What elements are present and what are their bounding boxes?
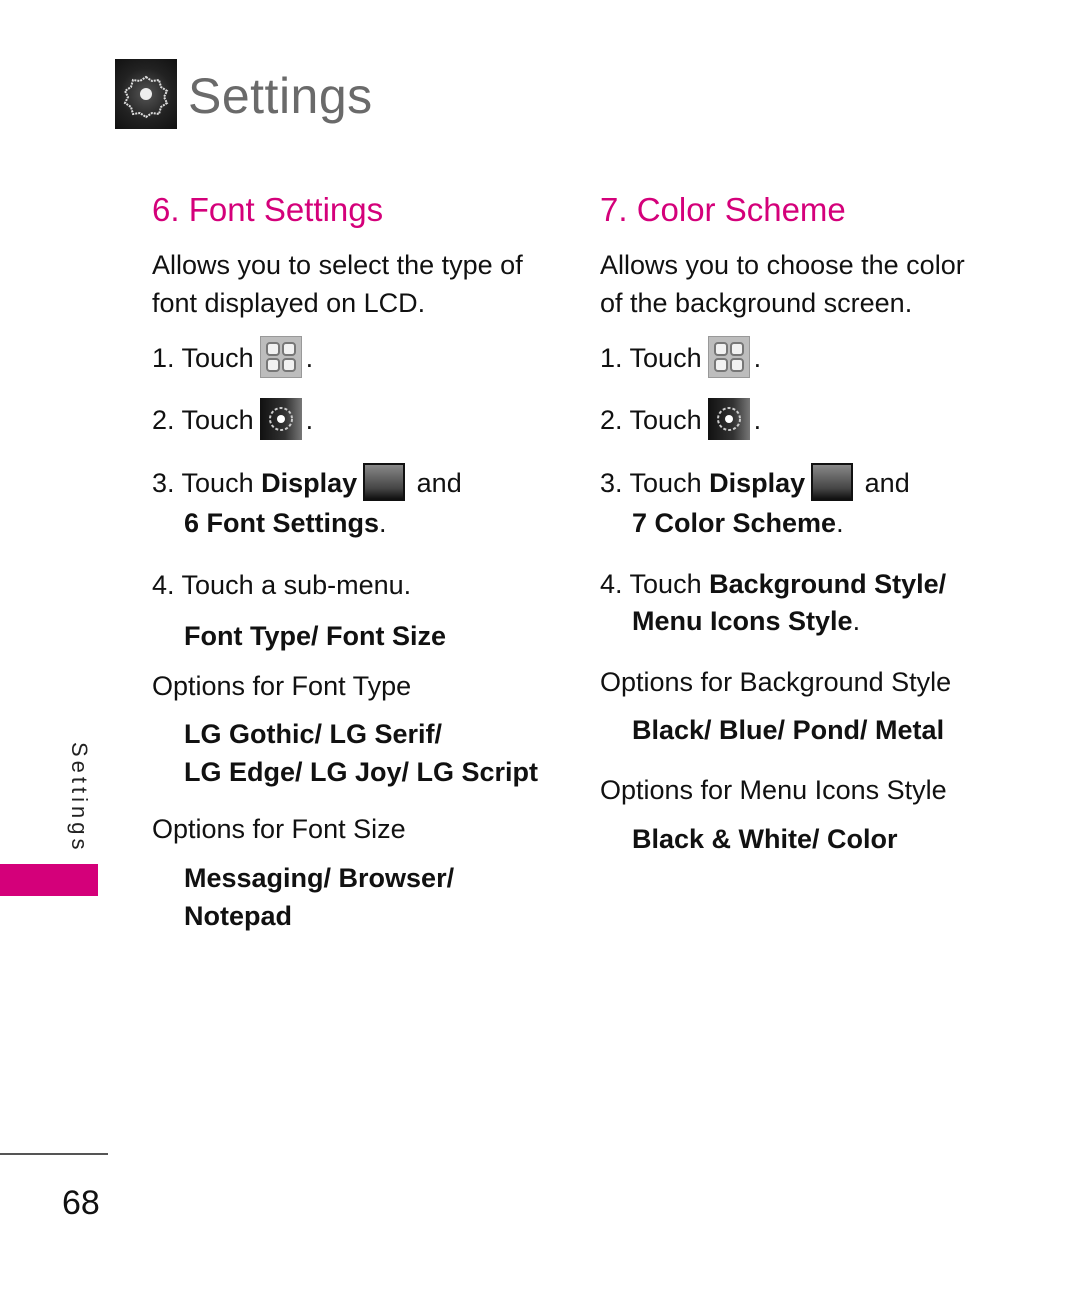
- step-3: 3. Touch Display and: [600, 463, 910, 507]
- step-1: 1. Touch.: [152, 336, 313, 384]
- color-scheme-description-line2: of the background screen.: [600, 288, 913, 318]
- font-settings-menu-label: 6 Font Settings: [184, 508, 379, 538]
- section-title-color-scheme: 7. Color Scheme: [600, 191, 846, 228]
- step-1-period: .: [305, 343, 314, 374]
- font-size-options-line2: Notepad: [184, 901, 292, 931]
- font-type-options-line2: LG Edge/ LG Joy/ LG Script: [184, 757, 539, 787]
- step-2-period: .: [305, 405, 314, 436]
- display-monitor-icon: [811, 463, 854, 501]
- step-2: 2. Touch.: [152, 398, 313, 446]
- menu-icons-style-label: Menu Icons Style: [632, 606, 853, 636]
- menu-grid-icon: [707, 336, 750, 378]
- font-settings-description-line1: Allows you to select the type of: [152, 250, 523, 280]
- step-3-line2: 7 Color Scheme.: [600, 504, 844, 542]
- step-1-text: 1. Touch: [152, 343, 254, 374]
- section-title-font-settings: 6. Font Settings: [152, 191, 384, 228]
- settings-gear-icon: [259, 398, 302, 440]
- sub-menu-options: Font Type/ Font Size: [184, 621, 446, 651]
- menu-grid-icon: [259, 336, 302, 378]
- display-menu-label: Display: [261, 468, 358, 499]
- step-3-line2: 6 Font Settings.: [152, 504, 387, 542]
- step-3: 3. Touch Display and: [152, 463, 462, 507]
- background-style-label: Background Style/: [709, 569, 947, 599]
- step-2: 2. Touch.: [600, 398, 761, 446]
- step-1-text: 1. Touch: [600, 343, 702, 374]
- step-2-text: 2. Touch: [152, 405, 254, 436]
- step-4-text: 4. Touch: [600, 569, 710, 599]
- menu-icons-style-options-label: Options for Menu Icons Style: [600, 775, 947, 805]
- color-scheme-description-line1: Allows you to choose the color: [600, 250, 965, 280]
- step-3-period: .: [836, 508, 844, 538]
- step-3-text: 3. Touch: [152, 468, 262, 499]
- step-4-period: .: [852, 606, 861, 636]
- page-number: 68: [62, 1184, 100, 1222]
- menu-icons-style-options: Black & White/ Color: [632, 824, 898, 854]
- font-size-options-label: Options for Font Size: [152, 814, 406, 844]
- font-size-options-line1: Messaging/ Browser/: [184, 863, 455, 893]
- background-style-options-label: Options for Background Style: [600, 667, 952, 697]
- step-4: 4. Touch Background Style/: [600, 565, 946, 603]
- settings-gear-icon: [115, 59, 177, 129]
- font-type-options-line1: LG Gothic/ LG Serif/: [184, 719, 443, 749]
- step-2-text: 2. Touch: [600, 405, 702, 436]
- step-3-and: and: [864, 468, 910, 499]
- display-menu-label: Display: [709, 468, 806, 499]
- step-4: 4. Touch a sub-menu.: [152, 570, 412, 600]
- settings-gear-icon: [707, 398, 750, 440]
- display-monitor-icon: [363, 463, 406, 501]
- step-3-and: and: [416, 468, 462, 499]
- color-scheme-menu-label: 7 Color Scheme: [632, 508, 837, 538]
- font-type-options-label: Options for Font Type: [152, 671, 412, 701]
- page-title: Settings: [188, 68, 373, 124]
- step-1: 1. Touch.: [600, 336, 761, 384]
- side-tab-label: Settings: [56, 742, 96, 854]
- font-settings-description-line2: font displayed on LCD.: [152, 288, 426, 318]
- step-4-line2: Menu Icons Style.: [600, 602, 860, 640]
- step-3-text: 3. Touch: [600, 468, 710, 499]
- side-tab-marker: [0, 864, 98, 896]
- step-3-period: .: [379, 508, 387, 538]
- step-1-period: .: [753, 343, 762, 374]
- footer-divider: [0, 1153, 108, 1155]
- step-2-period: .: [753, 405, 762, 436]
- background-style-options: Black/ Blue/ Pond/ Metal: [632, 715, 945, 745]
- side-tab-text: Settings: [67, 742, 92, 854]
